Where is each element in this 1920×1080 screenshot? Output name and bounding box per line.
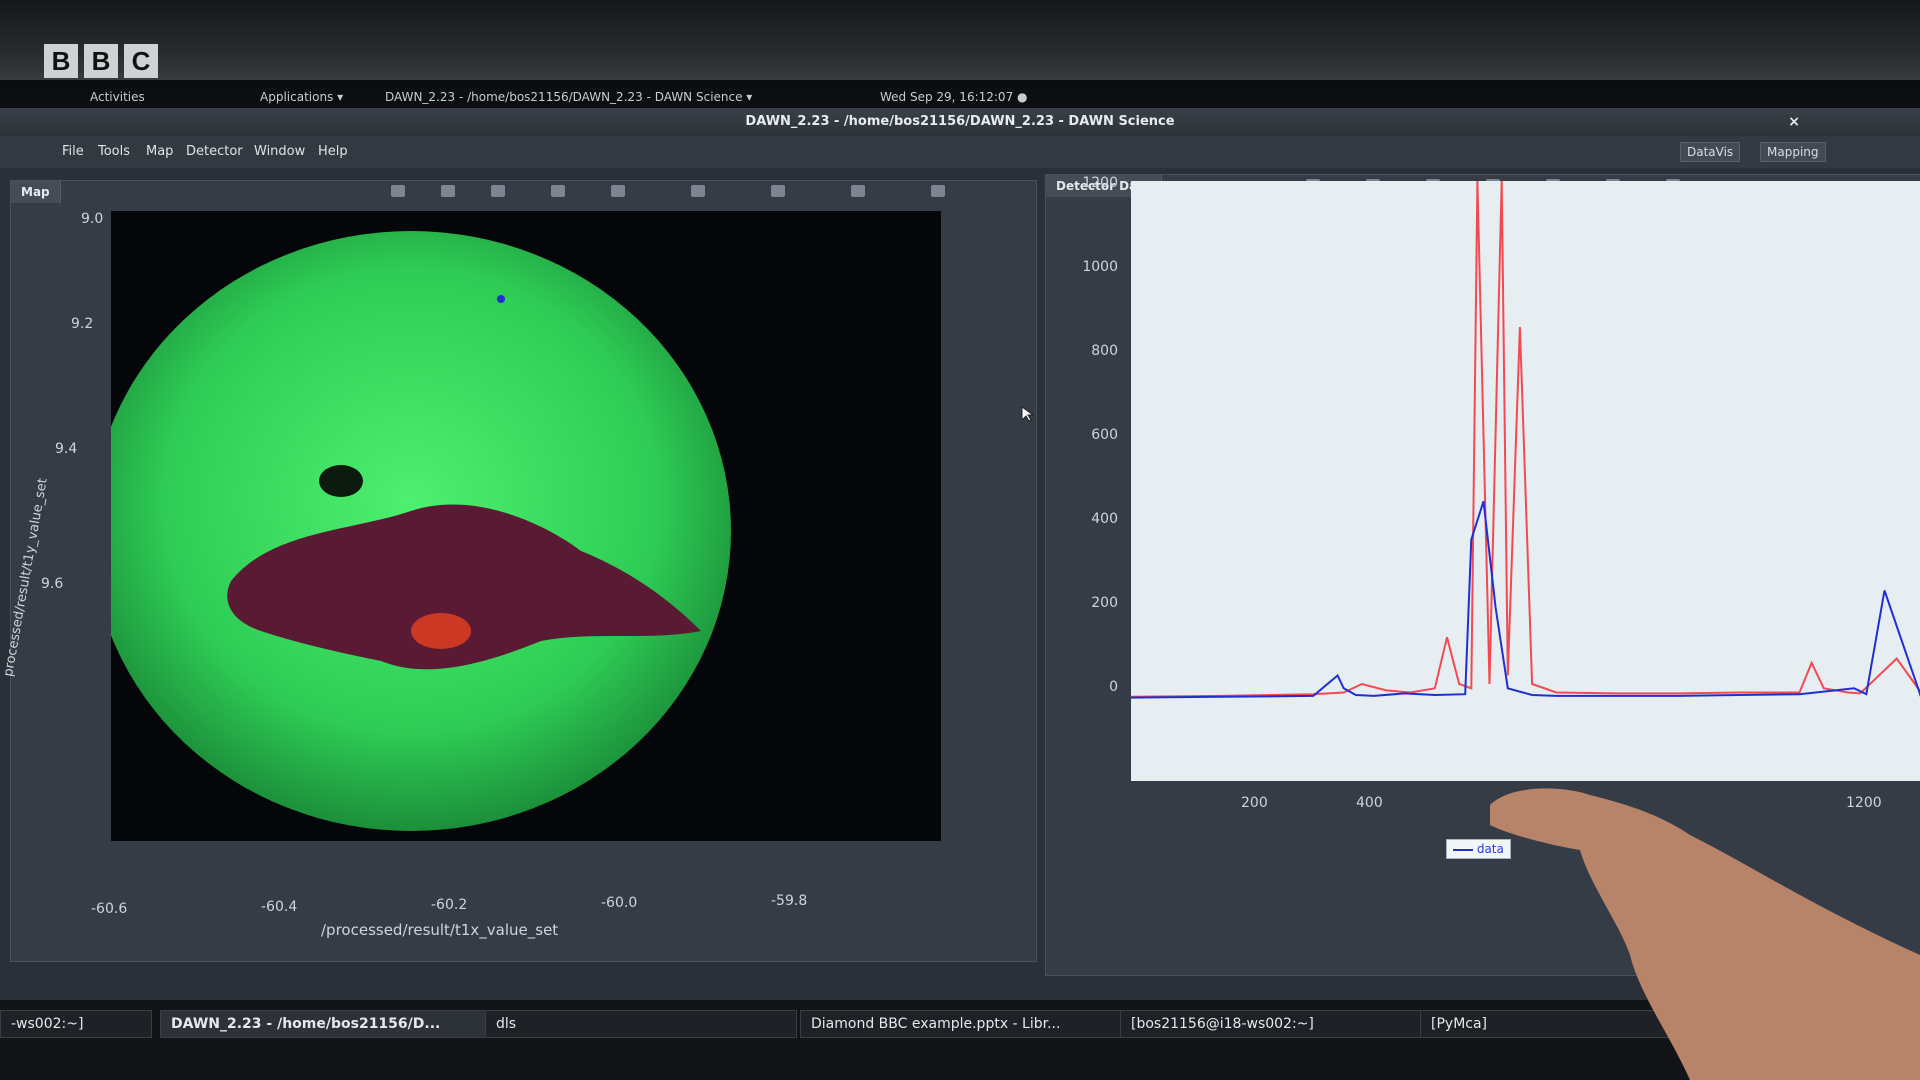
pointing-hand xyxy=(1490,788,1920,1080)
x-tick: 200 xyxy=(1241,795,1268,811)
screen: Activities Applications ▾ DAWN_2.23 - /h… xyxy=(0,88,1920,1080)
y-tick: 9.2 xyxy=(71,316,94,332)
close-icon[interactable]: × xyxy=(1788,108,1800,136)
y-tick: 9.4 xyxy=(55,441,78,457)
hotspot xyxy=(411,613,471,649)
spectrum-plot xyxy=(1130,180,1920,699)
taskbar-item[interactable]: DAWN_2.23 - /home/bos21156/D... xyxy=(160,1010,492,1038)
y-tick: 1000 xyxy=(1082,259,1118,275)
taskbar-label: Diamond BBC example.pptx - Libr... xyxy=(811,1016,1061,1032)
x-tick: -60.6 xyxy=(91,901,128,917)
sample-hole xyxy=(319,465,363,497)
menu-detector[interactable]: Detector xyxy=(186,144,243,159)
taskbar-label: [bos21156@i18-ws002:~] xyxy=(1131,1016,1314,1032)
window-titlebar: DAWN_2.23 - /home/bos21156/DAWN_2.23 - D… xyxy=(0,108,1920,136)
series-line xyxy=(1130,180,1920,698)
toolbar-icon[interactable] xyxy=(611,185,625,197)
menu-file[interactable]: File xyxy=(62,144,84,159)
activities-button[interactable]: Activities xyxy=(90,90,145,104)
series-line xyxy=(1130,500,1920,699)
y-tick: 9.0 xyxy=(81,211,104,227)
applications-menu[interactable]: Applications ▾ xyxy=(260,90,343,104)
x-tick: -60.0 xyxy=(601,895,638,911)
tab-map[interactable]: Map xyxy=(11,181,61,203)
x-tick: 400 xyxy=(1356,795,1383,811)
menu-tools[interactable]: Tools xyxy=(98,144,130,159)
system-top-bar: Activities Applications ▾ DAWN_2.23 - /h… xyxy=(0,88,1920,108)
y-tick: 800 xyxy=(1091,343,1118,359)
monitor-bezel xyxy=(0,0,1920,80)
menu-map[interactable]: Map xyxy=(146,144,173,159)
map-image-svg xyxy=(111,231,731,831)
taskbar-label: -ws002:~] xyxy=(11,1016,84,1032)
logo-letter: C xyxy=(124,44,158,78)
menu-help[interactable]: Help xyxy=(318,144,348,159)
x-axis-label: /processed/result/t1x_value_set xyxy=(321,921,559,939)
toolbar-icon[interactable] xyxy=(691,185,705,197)
taskbar-item[interactable]: Diamond BBC example.pptx - Libr... xyxy=(800,1010,1122,1038)
taskbar-label: DAWN_2.23 - /home/bos21156/D... xyxy=(171,1016,441,1032)
toolbar-icon[interactable] xyxy=(491,185,505,197)
toolbar-icon[interactable] xyxy=(851,185,865,197)
y-tick: 600 xyxy=(1091,427,1118,443)
y-tick: 1200 xyxy=(1082,175,1118,191)
logo-letter: B xyxy=(44,44,78,78)
marker-dot xyxy=(497,295,505,303)
mouse-pointer-icon xyxy=(1021,406,1035,422)
tab-label: Map xyxy=(21,185,50,199)
clock[interactable]: Wed Sep 29, 16:12:07 ● xyxy=(880,90,1028,104)
y-tick: 9.6 xyxy=(41,576,64,592)
y-tick: 200 xyxy=(1091,595,1118,611)
toolbar-icon[interactable] xyxy=(931,185,945,197)
taskbar-item[interactable]: -ws002:~] xyxy=(0,1010,152,1038)
y-tick: 0 xyxy=(1109,679,1118,695)
plot-area[interactable] xyxy=(1130,180,1920,781)
taskbar-label: dls xyxy=(496,1016,517,1032)
menubar: File Tools Map Detector Window Help Data… xyxy=(0,136,1920,168)
app-indicator[interactable]: DAWN_2.23 - /home/bos21156/DAWN_2.23 - D… xyxy=(385,90,752,104)
broadcaster-logo: B B C xyxy=(44,44,158,78)
map-panel: Map 9.0 9.2 9.4 9.6 processed/result/t1y… xyxy=(1,180,1037,962)
toolbar-icon[interactable] xyxy=(391,185,405,197)
taskbar-item[interactable]: [bos21156@i18-ws002:~] xyxy=(1120,1010,1422,1038)
logo-letter: B xyxy=(84,44,118,78)
taskbar-item[interactable]: dls xyxy=(485,1010,797,1038)
y-axis-label: processed/result/t1y_value_set xyxy=(1,477,51,678)
window-title: DAWN_2.23 - /home/bos21156/DAWN_2.23 - D… xyxy=(745,114,1175,129)
menu-window[interactable]: Window xyxy=(254,144,305,159)
toolbar-icon[interactable] xyxy=(441,185,455,197)
perspective-mapping[interactable]: Mapping xyxy=(1760,142,1826,162)
toolbar-icon[interactable] xyxy=(551,185,565,197)
x-tick: -60.2 xyxy=(431,897,468,913)
toolbar-icon[interactable] xyxy=(771,185,785,197)
map-image[interactable] xyxy=(111,211,941,841)
perspective-datavis[interactable]: DataVis xyxy=(1680,142,1741,162)
x-tick: -60.4 xyxy=(261,899,298,915)
y-tick: 400 xyxy=(1091,511,1118,527)
x-tick: -59.8 xyxy=(771,893,808,909)
